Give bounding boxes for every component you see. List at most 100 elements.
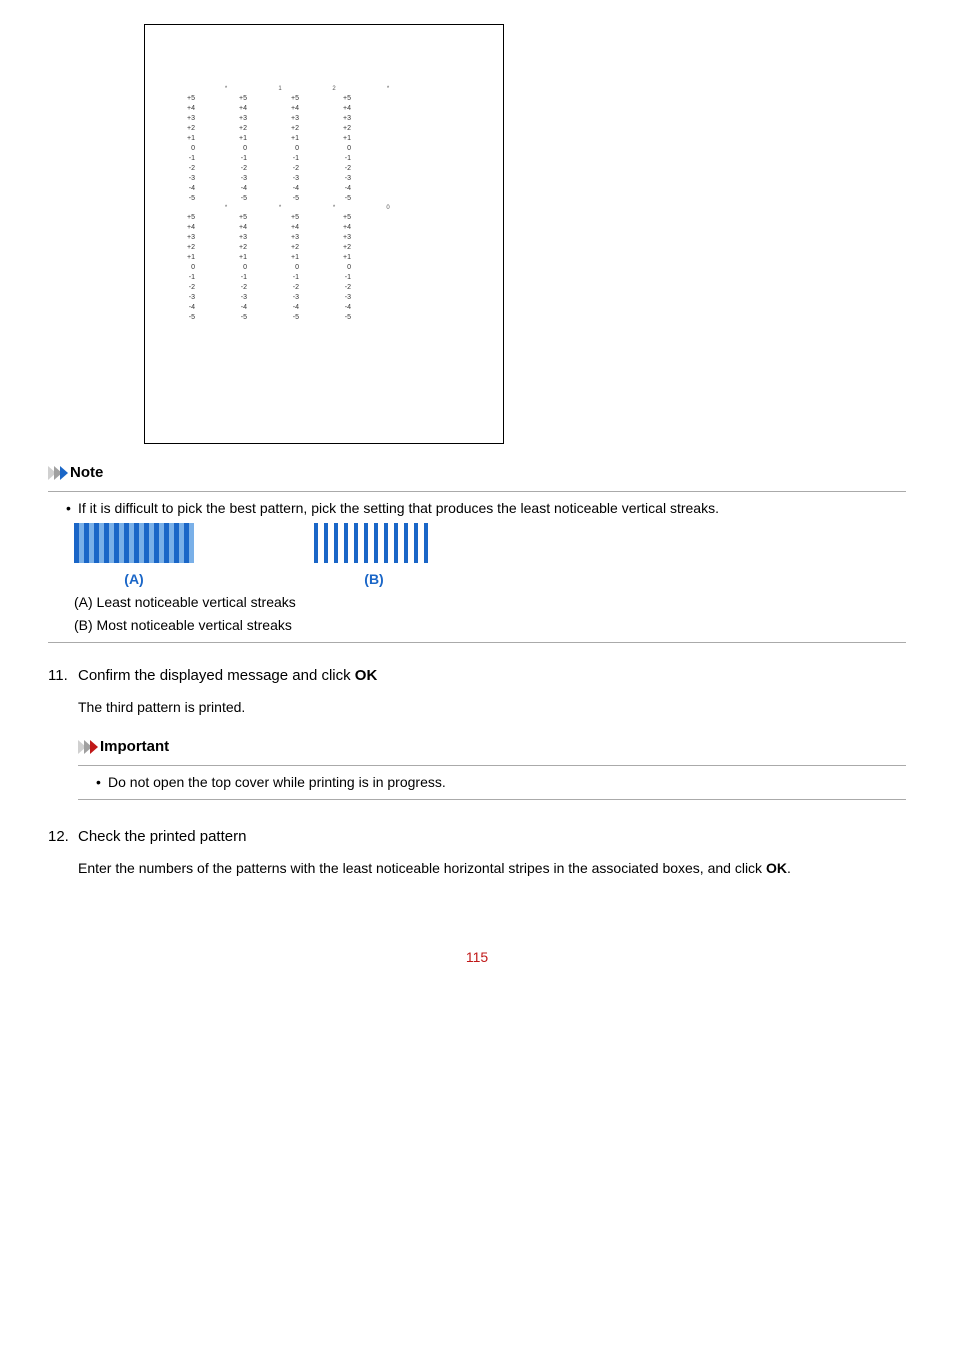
pattern-swatch [353, 105, 393, 113]
row-label: +1 [341, 253, 353, 264]
row-label: -2 [289, 283, 301, 294]
col-head: * [199, 204, 253, 213]
pattern-swatch [353, 224, 393, 232]
row-label: +5 [289, 213, 301, 224]
pattern-swatch [197, 105, 237, 113]
step-12-text: Enter the numbers of the patterns with t… [78, 860, 766, 876]
pattern-swatch [197, 125, 237, 133]
pattern-block-2: * * * 0 +5+5+5+5+4+4+4+4+3+3+3+3+2+2+2+2… [185, 204, 463, 323]
pattern-swatch [301, 165, 341, 173]
pattern-swatch [197, 314, 237, 322]
row-label: -2 [289, 164, 301, 175]
pattern-swatch [197, 135, 237, 143]
step-11-title: Confirm the displayed message and click … [78, 665, 906, 688]
page-number: 115 [48, 947, 906, 968]
pattern-swatch [197, 264, 237, 272]
pattern-swatch [301, 234, 341, 242]
row-label: +4 [341, 223, 353, 234]
pattern-swatch [197, 214, 237, 222]
pattern-swatch [249, 185, 289, 193]
pattern-swatch [353, 244, 393, 252]
col-head: * [361, 85, 415, 94]
row-label: +4 [289, 223, 301, 234]
row-label: -4 [185, 303, 197, 314]
pattern-row: +1+1+1+1 [185, 253, 463, 263]
pattern-swatch [301, 284, 341, 292]
pattern-swatch [197, 155, 237, 163]
row-label: +3 [185, 114, 197, 125]
pattern-row: -1-1-1-1 [185, 273, 463, 283]
pattern-swatch [249, 294, 289, 302]
pattern-swatch [301, 145, 341, 153]
pattern-row: -3-3-3-3 [185, 174, 463, 184]
pattern-swatch [249, 214, 289, 222]
step-number: 11. [48, 665, 78, 804]
step-11-line: The third pattern is printed. [78, 697, 906, 718]
streak-example-a: (A) [74, 523, 194, 590]
streak-example-b: (B) [314, 523, 434, 590]
pattern-swatch [353, 314, 393, 322]
pattern-block-1: * 1 2 * +5+5+5+5+4+4+4+4+3+3+3+3+2+2+2+2… [185, 85, 463, 204]
pattern-row: -1-1-1-1 [185, 154, 463, 164]
row-label: -3 [289, 174, 301, 185]
col-head: * [307, 204, 361, 213]
col-head: * [253, 204, 307, 213]
row-label: -4 [341, 303, 353, 314]
pattern-swatch [353, 135, 393, 143]
pattern-swatch [353, 304, 393, 312]
pattern-swatch [197, 115, 237, 123]
pattern-swatch [249, 195, 289, 203]
pattern-row: -4-4-4-4 [185, 303, 463, 313]
row-label: -4 [289, 303, 301, 314]
row-label: -5 [237, 194, 249, 205]
row-label: +1 [289, 253, 301, 264]
row-label: -4 [341, 184, 353, 195]
pattern-swatch [353, 294, 393, 302]
row-label: -1 [341, 154, 353, 165]
pattern-swatch [249, 115, 289, 123]
row-label: 0 [237, 144, 249, 155]
step-number: 12. [48, 826, 78, 888]
row-label: -4 [185, 184, 197, 195]
pattern-swatch [249, 175, 289, 183]
row-label: -3 [341, 293, 353, 304]
pattern-swatch [197, 274, 237, 282]
divider [78, 765, 906, 766]
important-body: Do not open the top cover while printing… [78, 772, 906, 793]
row-label: +3 [341, 114, 353, 125]
row-label: +4 [237, 104, 249, 115]
pattern-swatch [249, 145, 289, 153]
row-label: +2 [237, 243, 249, 254]
pattern-swatch [353, 264, 393, 272]
pattern-swatch [197, 145, 237, 153]
row-label: +5 [185, 213, 197, 224]
streak-swatch-a [74, 523, 194, 563]
pattern-swatch [353, 115, 393, 123]
row-label: -5 [237, 313, 249, 324]
pattern-swatch [197, 224, 237, 232]
pattern-swatch [353, 145, 393, 153]
row-label: -1 [341, 273, 353, 284]
pattern-swatch [197, 185, 237, 193]
pattern-swatch [353, 95, 393, 103]
streak-legend-b: (B) Most noticeable vertical streaks [66, 615, 906, 636]
important-icon [78, 740, 96, 754]
row-label: +2 [185, 124, 197, 135]
row-label: +3 [289, 233, 301, 244]
row-label: +4 [185, 104, 197, 115]
pattern-swatch [249, 264, 289, 272]
step-11: 11. Confirm the displayed message and cl… [48, 665, 906, 804]
pattern-swatch [197, 165, 237, 173]
step-12-line: Enter the numbers of the patterns with t… [78, 858, 906, 879]
pattern-row: +4+4+4+4 [185, 223, 463, 233]
pattern-swatch [353, 234, 393, 242]
row-label: +2 [289, 124, 301, 135]
pattern-swatch [353, 274, 393, 282]
pattern-row: +3+3+3+3 [185, 114, 463, 124]
row-label: -2 [185, 164, 197, 175]
pattern-swatch [197, 195, 237, 203]
pattern-row: -5-5-5-5 [185, 194, 463, 204]
divider [48, 642, 906, 643]
row-label: +5 [341, 94, 353, 105]
row-label: -3 [289, 293, 301, 304]
